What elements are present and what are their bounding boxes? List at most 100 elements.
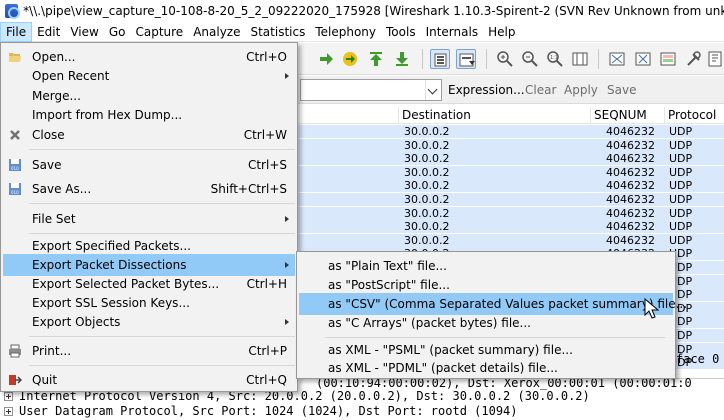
menu-internals[interactable]: Internals	[421, 22, 484, 42]
display-filters-icon[interactable]	[633, 49, 653, 69]
cell-destination: 30.0.0.2	[404, 206, 450, 220]
toolbar-separator	[598, 49, 599, 69]
cell-destination: 30.0.0.2	[404, 152, 450, 166]
filter-history-dropdown-icon[interactable]	[425, 80, 441, 100]
svg-text:010: 010	[11, 190, 19, 195]
cell-seqnum: 4046232	[606, 138, 655, 152]
menu-item-save[interactable]: 010 Save Ctrl+S	[3, 154, 295, 176]
help-icon[interactable]	[706, 49, 724, 69]
save-icon: 010	[9, 159, 21, 171]
menu-item-import-hex[interactable]: Import from Hex Dump...	[3, 104, 295, 126]
expand-icon[interactable]	[4, 391, 13, 401]
go-forward-icon[interactable]	[316, 49, 336, 69]
close-icon	[10, 130, 20, 140]
menu-telephony[interactable]: Telephony	[310, 22, 381, 42]
menu-item-quit[interactable]: Quit Ctrl+Q	[3, 369, 295, 391]
detail-udp-line[interactable]: User Datagram Protocol, Src Port: 1024 (…	[4, 404, 518, 418]
menu-go[interactable]: Go	[104, 22, 131, 42]
menu-separator	[29, 149, 295, 150]
column-header-seqnum[interactable]: SEQNUM	[590, 107, 664, 123]
cell-protocol: UDP	[669, 233, 693, 247]
capture-filters-icon[interactable]	[607, 49, 627, 69]
cell-seqnum: 4046232	[606, 165, 655, 179]
menu-item-print[interactable]: Print... Ctrl+P	[3, 340, 295, 362]
detail-udp-text: User Datagram Protocol, Src Port: 1024 (…	[19, 404, 518, 418]
toolbar-separator	[486, 49, 487, 69]
menu-bar: File Edit View Go Capture Analyze Statis…	[0, 21, 724, 42]
menu-statistics[interactable]: Statistics	[245, 22, 310, 42]
cell-destination: 30.0.0.2	[404, 165, 450, 179]
menu-item-close[interactable]: Close Ctrl+W	[3, 124, 295, 146]
cell-protocol: UDP	[669, 152, 693, 166]
printer-icon	[9, 344, 21, 358]
menu-capture[interactable]: Capture	[130, 22, 188, 42]
menu-separator	[325, 337, 665, 338]
zoom-out-icon[interactable]	[520, 49, 540, 69]
file-menu: Open... Ctrl+O Open Recent Merge... Impo…	[0, 42, 298, 392]
resize-columns-icon[interactable]	[570, 49, 590, 69]
cell-protocol: UDP	[669, 165, 693, 179]
auto-scroll-icon[interactable]	[456, 49, 476, 69]
cell-protocol: UDP	[669, 125, 693, 138]
svg-text:1:1: 1:1	[550, 55, 558, 61]
menu-separator	[29, 233, 295, 234]
menu-analyze[interactable]: Analyze	[188, 22, 245, 42]
expand-icon[interactable]	[4, 406, 13, 416]
filter-save-button[interactable]: Save	[607, 81, 636, 99]
folder-open-icon	[9, 53, 21, 62]
submenu-arrow-icon	[285, 216, 289, 222]
menu-tools[interactable]: Tools	[381, 22, 421, 42]
cell-seqnum: 4046232	[606, 233, 655, 247]
column-header-destination[interactable]: Destination	[398, 107, 590, 123]
menu-item-export-pdml[interactable]: as XML - "PDML" (packet details) file...	[299, 357, 673, 379]
filter-expression-button[interactable]: Expression...	[448, 81, 525, 99]
last-packet-icon[interactable]	[392, 49, 412, 69]
cell-seqnum: 4046232	[606, 193, 655, 206]
cell-destination: 30.0.0.2	[404, 193, 450, 206]
cell-protocol: UDP	[669, 138, 693, 152]
menu-item-save-as[interactable]: 010 Save As... Shift+Ctrl+S	[3, 178, 295, 200]
menu-separator	[29, 203, 295, 204]
svg-text:010: 010	[11, 166, 19, 171]
menu-file[interactable]: File	[0, 21, 33, 42]
cell-seqnum: 4046232	[606, 125, 655, 138]
zoom-in-icon[interactable]	[495, 49, 515, 69]
preferences-icon[interactable]	[684, 49, 704, 69]
cell-destination: 30.0.0.2	[404, 125, 450, 138]
zoom-normal-icon[interactable]: 1:1	[545, 49, 565, 69]
submenu-arrow-icon	[285, 262, 289, 268]
colorize-icon[interactable]	[430, 49, 450, 69]
go-to-packet-icon[interactable]	[340, 49, 360, 69]
cell-destination: 30.0.0.2	[404, 179, 450, 193]
filter-apply-button[interactable]: Apply	[564, 81, 598, 99]
mouse-cursor-icon	[644, 298, 660, 319]
cell-seqnum: 4046232	[606, 179, 655, 193]
cell-seqnum: 4046232	[606, 220, 655, 234]
cell-seqnum: 4046232	[606, 206, 655, 220]
filter-clear-button[interactable]: Clear	[525, 81, 556, 99]
window-title: *\\.\pipe\view_capture_10-108-8-20_5_2_0…	[23, 4, 724, 18]
title-bar: *\\.\pipe\view_capture_10-108-8-20_5_2_0…	[0, 0, 724, 22]
cell-protocol: UDP	[669, 193, 693, 206]
first-packet-icon[interactable]	[366, 49, 386, 69]
column-header-protocol[interactable]: Protocol	[664, 107, 724, 123]
cell-protocol: UDP	[669, 206, 693, 220]
menu-item-export-c-arrays[interactable]: as "C Arrays" (packet bytes) file...	[299, 312, 673, 334]
cell-destination: 30.0.0.2	[404, 233, 450, 247]
menu-item-export-objects[interactable]: Export Objects	[3, 311, 295, 333]
display-filter-input[interactable]	[300, 79, 442, 101]
export-dissections-submenu: as "Plain Text" file... as "PostScript" …	[296, 251, 687, 379]
menu-item-open-recent[interactable]: Open Recent	[3, 65, 295, 87]
menu-edit[interactable]: Edit	[32, 22, 65, 42]
menu-item-file-set[interactable]: File Set	[3, 208, 295, 230]
wireshark-app-icon	[5, 4, 21, 19]
coloring-rules-icon[interactable]	[658, 49, 678, 69]
menu-view[interactable]: View	[65, 22, 103, 42]
menu-help[interactable]: Help	[483, 22, 520, 42]
menu-separator	[29, 336, 295, 337]
quit-icon	[9, 375, 22, 385]
save-as-icon: 010	[9, 183, 21, 195]
menu-separator	[29, 365, 295, 366]
details-partial-text: face 0	[676, 352, 720, 366]
toolbar-separator	[422, 49, 423, 69]
